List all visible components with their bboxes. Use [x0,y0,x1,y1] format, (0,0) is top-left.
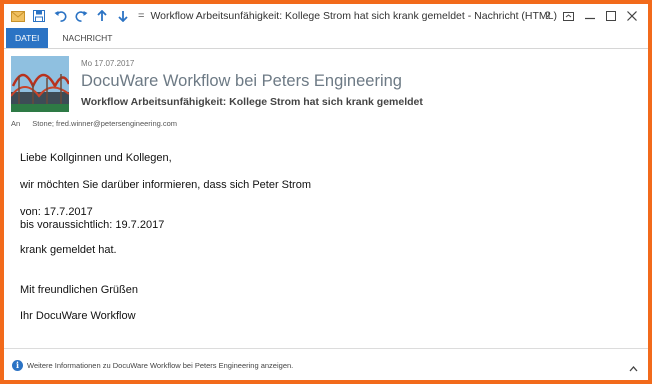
close-icon [626,11,637,21]
previous-item-icon[interactable] [94,8,110,24]
redo-icon[interactable] [73,8,89,24]
ribbon-display-button[interactable] [558,8,579,24]
title-bar: = Workflow Arbeitsunfähigkeit: Kollege S… [4,4,648,28]
body-line: von: 17.7.2017 [20,206,93,218]
quick-access-toolbar: = [4,8,148,24]
sender-name[interactable]: DocuWare Workflow bei Peters Engineering [81,72,402,91]
message-header: Mo 17.07.2017 DocuWare Workflow bei Pete… [4,50,648,134]
tab-nachricht[interactable]: NACHRICHT [52,28,122,48]
minimize-button[interactable] [579,8,600,24]
window-title: Workflow Arbeitsunfähigkeit: Kollege Str… [150,10,557,22]
next-item-icon[interactable] [115,8,131,24]
chevron-up-icon[interactable] [629,359,638,377]
message-window: = Workflow Arbeitsunfähigkeit: Kollege S… [4,4,648,380]
body-line: Mit freundlichen Grüßen [20,284,138,296]
body-line: wir möchten Sie darüber informieren, das… [20,179,312,191]
customize-toolbar-icon[interactable]: = [138,10,144,22]
to-label: An [11,119,21,128]
undo-icon[interactable] [52,8,68,24]
message-subject: Workflow Arbeitsunfähigkeit: Kollege Str… [81,96,423,108]
ribbon-display-icon [563,11,574,21]
body-line: Ihr DocuWare Workflow [20,310,136,322]
people-pane-bar[interactable]: i Weitere Informationen zu DocuWare Work… [4,348,648,380]
body-line: bis voraussichtlich: 19.7.2017 [20,219,165,231]
help-button[interactable]: ? [537,8,558,24]
sender-avatar [11,56,69,112]
sent-date: Mo 17.07.2017 [81,59,135,68]
body-line: Liebe Kollginnen und Kollegen, [20,152,172,164]
body-line: krank gemeldet hat. [20,244,117,256]
recipients: An Stone; fred.winner@petersengineering.… [11,119,177,128]
tab-datei[interactable]: DATEI [6,28,49,48]
window-controls: ? [537,8,642,24]
maximize-icon [605,11,616,21]
close-button[interactable] [621,8,642,24]
save-icon[interactable] [31,8,47,24]
recipients-list[interactable]: Stone; fred.winner@petersengineering.com [32,119,177,128]
info-text[interactable]: Weitere Informationen zu DocuWare Workfl… [27,361,293,370]
mail-icon [10,8,26,24]
ribbon-tabs: DATEI NACHRICHT [4,28,648,49]
info-icon: i [12,359,23,371]
minimize-icon [584,17,595,19]
maximize-button[interactable] [600,8,621,24]
